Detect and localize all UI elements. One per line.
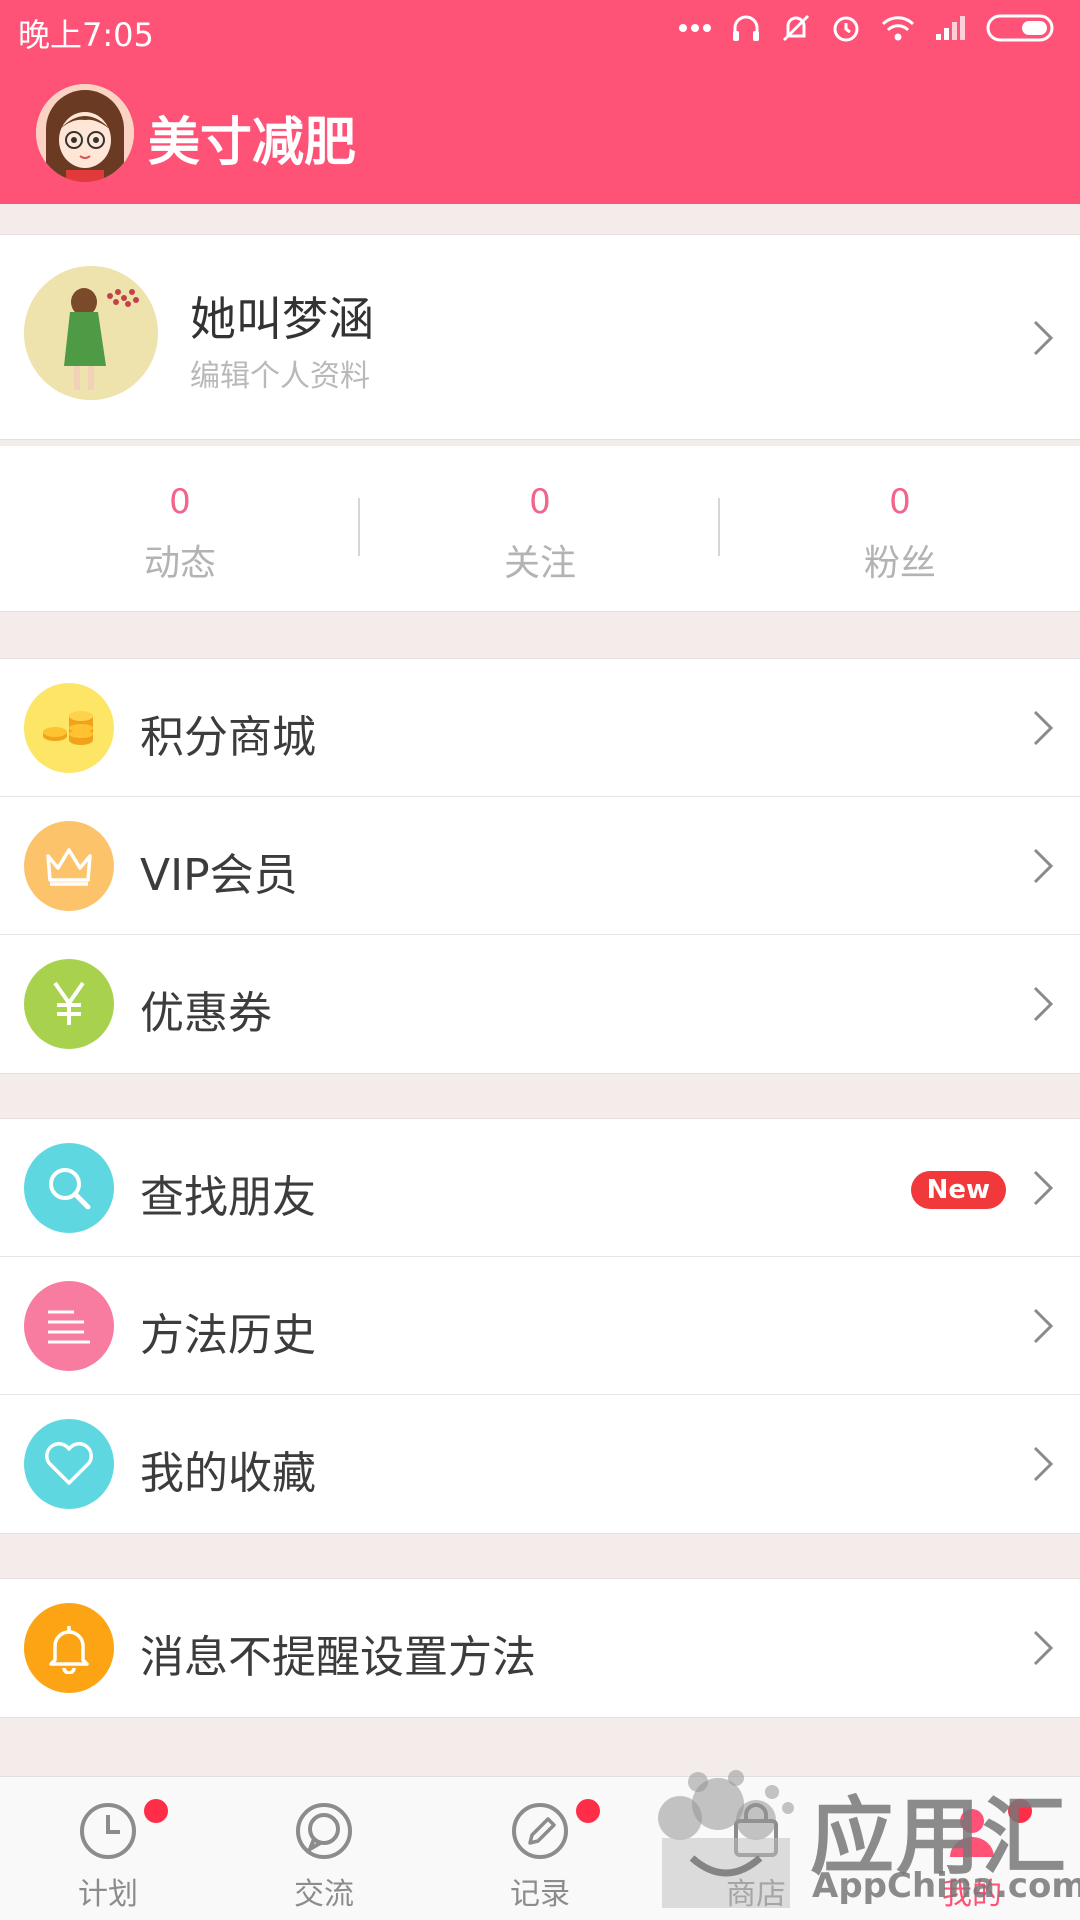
stat-following[interactable]: 0 关注 xyxy=(360,446,720,611)
status-time: 晚上7:05 xyxy=(18,16,154,54)
chevron-right-icon xyxy=(1033,1170,1054,1206)
alarm-icon xyxy=(833,16,859,42)
menu-group-notifications: 消息不提醒设置方法 xyxy=(0,1578,1080,1718)
nav-tab-me[interactable]: 我的 xyxy=(864,1777,1080,1920)
notification-dot xyxy=(144,1799,168,1823)
new-badge: New xyxy=(910,1171,1006,1209)
chevron-right-icon xyxy=(1033,1308,1054,1344)
nav-tab-label: 商店 xyxy=(726,1877,786,1912)
menu-item-notification-settings[interactable]: 消息不提醒设置方法 xyxy=(0,1579,1080,1717)
nav-tab-plan[interactable]: 计划 xyxy=(0,1777,216,1920)
menu-group-shop: 积分商城 VIP会员 优惠券 xyxy=(0,658,1080,1074)
chevron-right-icon xyxy=(1033,1446,1054,1482)
notification-dot xyxy=(1008,1799,1032,1823)
more-dots-icon xyxy=(679,24,711,32)
nav-tab-shop[interactable]: 商店 xyxy=(648,1777,864,1920)
mute-bell-icon xyxy=(782,14,810,42)
chevron-right-icon xyxy=(1033,710,1054,746)
menu-item-label: 优惠券 xyxy=(140,988,272,1039)
status-bar: 晚上7:05 xyxy=(0,0,1080,60)
profile-card[interactable]: 她叫梦涵 编辑个人资料 xyxy=(0,234,1080,440)
signal-icon xyxy=(936,16,965,40)
menu-item-points-mall[interactable]: 积分商城 xyxy=(0,659,1080,797)
bottom-nav: 计划 交流 记录 商店 我的 xyxy=(0,1776,1080,1920)
nav-tab-record[interactable]: 记录 xyxy=(432,1777,648,1920)
stat-following-count: 0 xyxy=(529,482,551,522)
battery-icon xyxy=(986,14,1054,42)
user-avatar[interactable] xyxy=(24,266,158,400)
stat-posts[interactable]: 0 动态 xyxy=(0,446,360,611)
menu-item-label: 查找朋友 xyxy=(140,1172,316,1223)
status-icons xyxy=(678,12,1058,44)
menu-item-label: 我的收藏 xyxy=(140,1448,316,1499)
edit-profile-link[interactable]: 编辑个人资料 xyxy=(190,351,370,395)
pencil-icon xyxy=(512,1803,568,1859)
profile-name: 她叫梦涵 xyxy=(190,292,374,346)
top-bar: 晚上7:05 美寸减肥 xyxy=(0,0,1080,204)
stat-following-label: 关注 xyxy=(503,543,576,584)
chevron-right-icon xyxy=(1033,848,1054,884)
crown-icon xyxy=(24,821,114,911)
app-header: 美寸减肥 xyxy=(0,78,1080,188)
yen-icon xyxy=(24,959,114,1049)
chevron-right-icon xyxy=(1033,1630,1054,1666)
nav-tab-community[interactable]: 交流 xyxy=(216,1777,432,1920)
stats-bar: 0 动态 0 关注 0 粉丝 xyxy=(0,446,1080,612)
notification-dot xyxy=(576,1799,600,1823)
menu-item-label: 积分商城 xyxy=(140,712,316,763)
chat-icon xyxy=(296,1803,352,1859)
menu-item-label: 方法历史 xyxy=(140,1310,316,1361)
stat-fans-label: 粉丝 xyxy=(863,543,936,584)
menu-item-coupons[interactable]: 优惠券 xyxy=(0,935,1080,1073)
stat-fans-count: 0 xyxy=(889,482,911,522)
nav-tab-label: 记录 xyxy=(510,1877,570,1912)
coins-icon xyxy=(24,683,114,773)
nav-tab-label: 我的 xyxy=(942,1877,1002,1912)
person-icon xyxy=(950,1809,994,1857)
clock-icon xyxy=(80,1803,136,1859)
app-title: 美寸减肥 xyxy=(148,113,357,173)
wifi-icon xyxy=(881,16,915,41)
nav-tab-label: 交流 xyxy=(294,1877,354,1912)
stat-posts-label: 动态 xyxy=(143,543,216,584)
menu-group-social: 查找朋友 New 方法历史 我的收藏 xyxy=(0,1118,1080,1534)
menu-item-label: 消息不提醒设置方法 xyxy=(140,1632,536,1683)
chevron-right-icon xyxy=(1033,986,1054,1022)
menu-item-favorites[interactable]: 我的收藏 xyxy=(0,1395,1080,1533)
nav-tab-label: 计划 xyxy=(78,1877,138,1912)
menu-item-find-friends[interactable]: 查找朋友 New xyxy=(0,1119,1080,1257)
stat-fans[interactable]: 0 粉丝 xyxy=(720,446,1080,611)
bell-icon xyxy=(24,1603,114,1693)
stat-posts-count: 0 xyxy=(169,482,191,522)
list-icon xyxy=(24,1281,114,1371)
menu-item-vip[interactable]: VIP会员 xyxy=(0,797,1080,935)
bag-icon xyxy=(734,1803,778,1857)
headphones-icon xyxy=(733,15,759,41)
heart-icon xyxy=(24,1419,114,1509)
menu-item-method-history[interactable]: 方法历史 xyxy=(0,1257,1080,1395)
menu-item-label: VIP会员 xyxy=(140,850,298,901)
app-logo-avatar xyxy=(36,84,134,182)
search-icon xyxy=(24,1143,114,1233)
chevron-right-icon xyxy=(1033,320,1054,356)
